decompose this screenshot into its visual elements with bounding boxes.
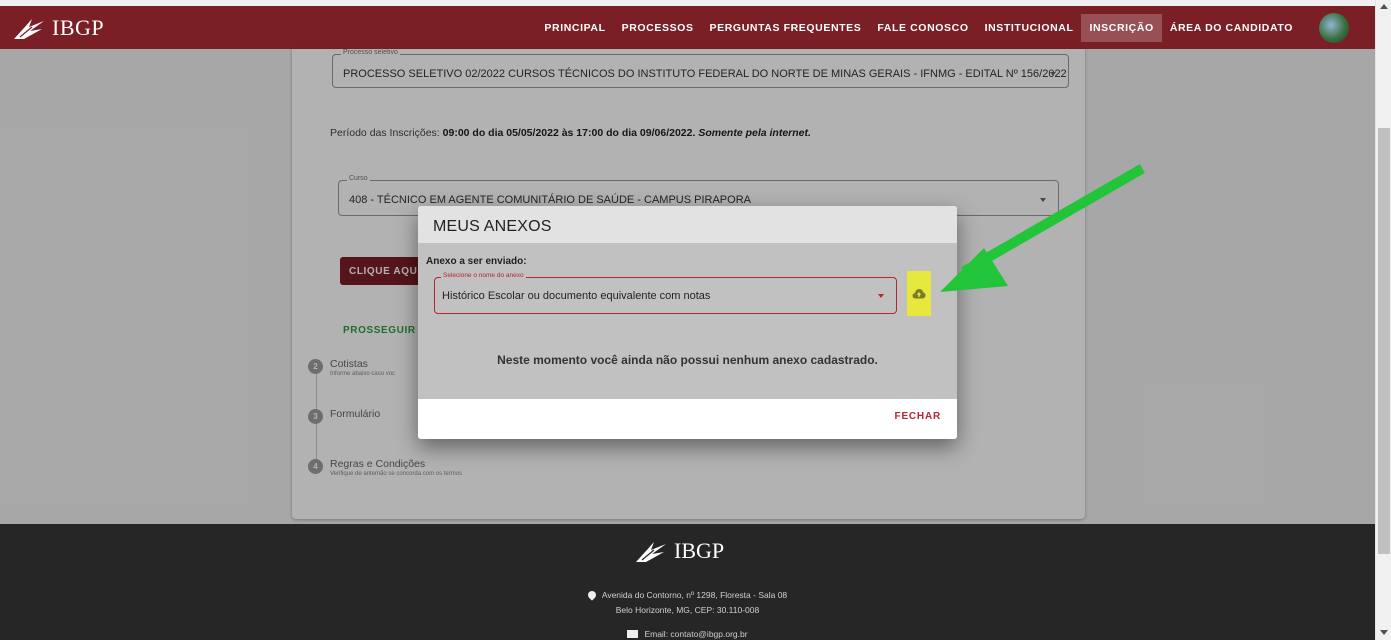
upload-anexo-button[interactable] <box>907 271 931 316</box>
site-footer: IBGP Avenida do Contorno, nº 1298, Flore… <box>0 524 1375 640</box>
anexo-select-legend: Selecione o nome do anexo <box>441 272 526 279</box>
main-nav: PRINCIPAL PROCESSOS PERGUNTAS FREQUENTES… <box>536 6 1375 49</box>
top-navbar: IBGP PRINCIPAL PROCESSOS PERGUNTAS FREQU… <box>0 6 1375 49</box>
anexo-select-value: Histórico Escolar ou documento equivalen… <box>442 290 711 302</box>
close-dialog-button[interactable]: FECHAR <box>895 411 941 422</box>
footer-brand-name: IBGP <box>674 538 725 563</box>
nav-principal[interactable]: PRINCIPAL <box>536 14 613 42</box>
nav-fale-conosco[interactable]: FALE CONOSCO <box>869 14 976 42</box>
nav-processos[interactable]: PROCESSOS <box>614 14 702 42</box>
footer-logo: IBGP <box>634 538 724 564</box>
nav-inscricao[interactable]: INSCRIÇÃO <box>1081 13 1162 42</box>
chevron-down-icon <box>878 294 884 298</box>
ibgp-logo-icon <box>14 18 44 39</box>
dialog-header: MEUS ANEXOS <box>418 206 957 243</box>
dialog-title: MEUS ANEXOS <box>433 218 552 235</box>
dialog-actions: FECHAR <box>418 399 957 439</box>
address-line-2: Belo Horizonte, MG, CEP: 30.110-008 <box>615 605 760 615</box>
address-line-1: Avenida do Contorno, nº 1298, Floresta -… <box>601 590 788 600</box>
brand-logo[interactable]: IBGP <box>12 15 104 41</box>
user-avatar[interactable] <box>1319 12 1349 43</box>
scroll-down-arrow-icon[interactable] <box>1380 630 1388 635</box>
empty-anexos-message: Neste momento você ainda não possui nenh… <box>497 353 878 367</box>
email-text[interactable]: Email: contato@ibgp.org.br <box>644 629 747 639</box>
scrollbar-thumb[interactable] <box>1378 128 1390 554</box>
nav-area-do-candidato[interactable]: ÁREA DO CANDIDATO <box>1162 14 1301 42</box>
scroll-up-arrow-icon[interactable] <box>1380 4 1388 9</box>
anexo-label: Anexo a ser enviado: <box>426 256 527 267</box>
anexo-name-select[interactable]: Selecione o nome do anexo Histórico Esco… <box>434 272 897 314</box>
footer-address: Avenida do Contorno, nº 1298, Floresta -… <box>0 589 1375 601</box>
brand-name: IBGP <box>52 14 105 40</box>
meus-anexos-dialog: MEUS ANEXOS Anexo a ser enviado: Selecio… <box>418 206 957 439</box>
nav-institucional[interactable]: INSTITUCIONAL <box>977 14 1082 42</box>
ibgp-logo-icon <box>636 542 666 562</box>
cloud-upload-icon <box>912 289 926 299</box>
footer-email[interactable]: Email: contato@ibgp.org.br <box>0 629 1375 639</box>
footer-city: Belo Horizonte, MG, CEP: 30.110-008 <box>0 605 1375 615</box>
dialog-body: Anexo a ser enviado: Selecione o nome do… <box>418 243 957 399</box>
nav-perguntas-frequentes[interactable]: PERGUNTAS FREQUENTES <box>702 14 870 42</box>
map-pin-icon <box>586 589 598 601</box>
page-scrollbar[interactable] <box>1375 0 1391 640</box>
mail-icon <box>627 630 639 638</box>
